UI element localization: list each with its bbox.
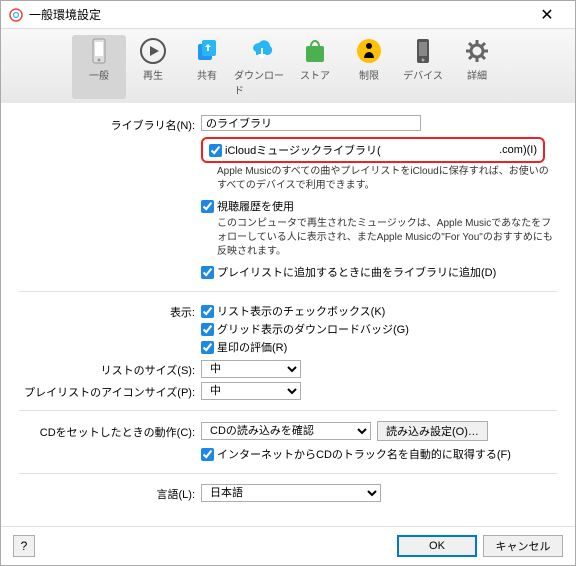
footer: ? OK キャンセル [1, 526, 575, 565]
tab-label: 詳細 [467, 67, 487, 82]
divider [19, 410, 557, 411]
icloud-highlight: iCloudミュージックライブラリ( .com)(I) [201, 137, 545, 163]
tab-label: ストア [300, 67, 330, 82]
restriction-icon [355, 37, 383, 65]
list-checkboxes-label: リスト表示のチェックボックス(K) [217, 303, 385, 319]
add-playlist-checkbox[interactable] [201, 266, 214, 279]
star-rating-label: 星印の評価(R) [217, 339, 287, 355]
add-playlist-label: プレイリストに追加するときに曲をライブラリに追加(D) [217, 264, 496, 280]
cd-internet-label: インターネットからCDのトラック名を自動的に取得する(F) [217, 446, 511, 462]
list-size-select[interactable]: 中 [201, 360, 301, 378]
tab-restrictions[interactable]: 制限 [342, 35, 396, 99]
play-icon [139, 37, 167, 65]
toolbar: 一般 再生 共有 ダウンロード ストア 制限 デバイス 詳細 [1, 29, 575, 103]
library-name-label: ライブラリ名(N): [19, 115, 201, 133]
import-settings-button[interactable]: 読み込み設定(O)… [377, 421, 488, 441]
tab-downloads[interactable]: ダウンロード [234, 35, 288, 99]
share-icon [193, 37, 221, 65]
tab-store[interactable]: ストア [288, 35, 342, 99]
icon-size-select[interactable]: 中 [201, 382, 301, 400]
content-area: ライブラリ名(N): iCloudミュージックライブラリ( .com)(I) A… [1, 103, 575, 526]
tab-general[interactable]: 一般 [72, 35, 126, 99]
gear-icon [463, 37, 491, 65]
list-checkboxes-checkbox[interactable] [201, 305, 214, 318]
language-select[interactable]: 日本語 [201, 484, 381, 502]
window-title: 一般環境設定 [29, 6, 527, 23]
icloud-label-suffix: .com)(I) [499, 144, 537, 156]
tab-label: 共有 [197, 67, 217, 82]
display-label: 表示: [19, 302, 201, 320]
divider [19, 291, 557, 292]
tab-label: 制限 [359, 67, 379, 82]
titlebar: 一般環境設定 ✕ [1, 1, 575, 29]
phone-icon [85, 37, 113, 65]
tab-label: ダウンロード [234, 67, 288, 97]
icon-size-label: プレイリストのアイコンサイズ(P): [19, 382, 201, 400]
cd-internet-checkbox[interactable] [201, 448, 214, 461]
star-rating-checkbox[interactable] [201, 341, 214, 354]
history-checkbox[interactable] [201, 200, 214, 213]
grid-badge-label: グリッド表示のダウンロードバッジ(G) [217, 321, 409, 337]
tab-devices[interactable]: デバイス [396, 35, 450, 99]
grid-badge-checkbox[interactable] [201, 323, 214, 336]
tab-label: 一般 [89, 67, 109, 82]
cancel-button[interactable]: キャンセル [483, 535, 563, 557]
icloud-description: Apple Musicのすべての曲やプレイリストをiCloudに保存すれば、お使… [217, 165, 557, 193]
device-icon [409, 37, 437, 65]
ok-button[interactable]: OK [397, 535, 477, 557]
divider [19, 473, 557, 474]
tab-sharing[interactable]: 共有 [180, 35, 234, 99]
store-icon [301, 37, 329, 65]
app-icon [9, 8, 23, 22]
help-button[interactable]: ? [13, 535, 35, 557]
tab-advanced[interactable]: 詳細 [450, 35, 504, 99]
icloud-label-prefix: iCloudミュージックライブラリ( [225, 142, 381, 158]
library-name-input[interactable] [201, 115, 421, 131]
language-label: 言語(L): [19, 484, 201, 502]
history-label: 視聴履歴を使用 [217, 198, 294, 214]
cd-action-label: CDをセットしたときの動作(C): [19, 422, 201, 440]
list-size-label: リストのサイズ(S): [19, 360, 201, 378]
cd-action-select[interactable]: CDの読み込みを確認 [201, 422, 371, 440]
close-button[interactable]: ✕ [527, 1, 567, 29]
tab-label: デバイス [403, 67, 443, 82]
tab-label: 再生 [143, 67, 163, 82]
history-description: このコンピュータで再生されたミュージックは、Apple Musicであなたをフォ… [217, 217, 557, 259]
tab-playback[interactable]: 再生 [126, 35, 180, 99]
icloud-library-checkbox[interactable] [209, 144, 222, 157]
download-icon [247, 37, 275, 65]
